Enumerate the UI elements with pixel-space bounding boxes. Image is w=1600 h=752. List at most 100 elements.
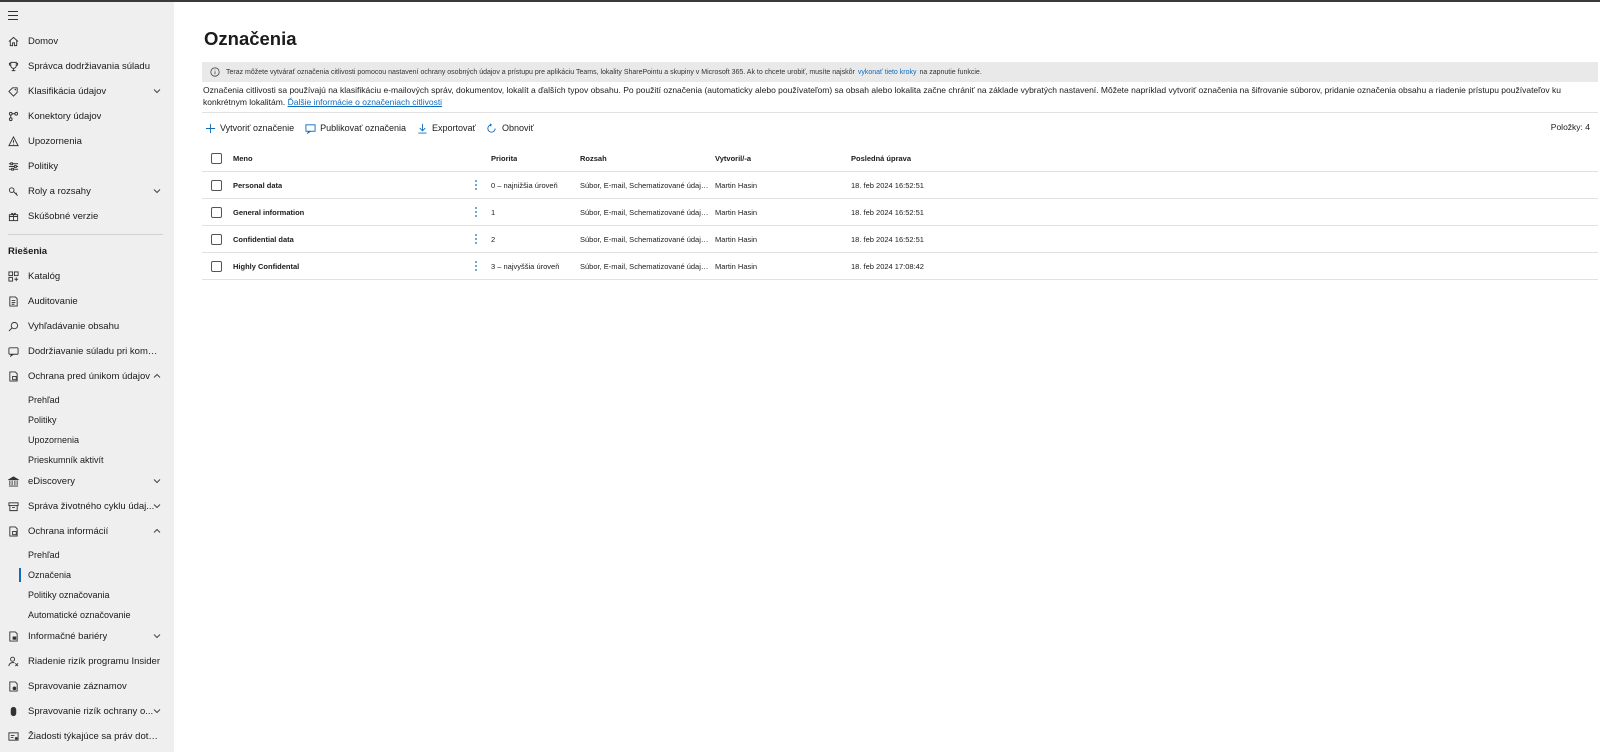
- publish-icon: [304, 122, 316, 134]
- left-navigation: Domov Správca dodržiavania súladu Klasif…: [0, 2, 174, 752]
- nav-sub-auto-labeling[interactable]: Automatické označovanie: [28, 606, 131, 624]
- chevron-down-icon[interactable]: [152, 86, 162, 96]
- label-modified: 18. feb 2024 16:52:51: [851, 234, 924, 244]
- table-header: Meno Priorita Rozsah Vytvoril/-a Posledn…: [202, 146, 1598, 172]
- nav-item-information-barriers[interactable]: Informačné bariéry: [0, 624, 174, 648]
- nav-sub-dlp-policies[interactable]: Politiky: [28, 411, 57, 429]
- nav-sub-labels[interactable]: Označenia: [18, 566, 71, 584]
- nav-item-records-management[interactable]: Spravovanie záznamov: [0, 674, 174, 698]
- nav-item-home[interactable]: Domov: [0, 29, 174, 53]
- banner-steps-link[interactable]: vykonať tieto kroky: [858, 69, 917, 76]
- nav-item-ediscovery[interactable]: eDiscovery: [0, 469, 174, 493]
- more-options-icon[interactable]: [472, 199, 480, 225]
- row-checkbox[interactable]: [211, 260, 222, 272]
- label-modified: 18. feb 2024 16:52:51: [851, 180, 924, 190]
- learn-more-link[interactable]: Ďalšie informácie o označeniach citlivos…: [288, 97, 443, 107]
- column-header-priority[interactable]: Priorita: [491, 146, 517, 171]
- refresh-button[interactable]: Obnoviť: [486, 122, 534, 134]
- column-header-created-by[interactable]: Vytvoril/-a: [715, 146, 751, 171]
- label-priority: 3 – najvyššia úroveň: [491, 261, 560, 271]
- page-title: Označenia: [204, 28, 297, 49]
- trophy-icon: [7, 60, 19, 72]
- label-priority: 1: [491, 207, 496, 217]
- more-options-icon[interactable]: [472, 253, 480, 279]
- publish-labels-button[interactable]: Publikovať označenia: [304, 122, 406, 134]
- nav-item-trials[interactable]: Skúšobné verzie: [0, 204, 174, 228]
- archive-icon: [7, 500, 19, 512]
- nav-item-data-lifecycle[interactable]: Správa životného cyklu údaj...: [0, 494, 174, 518]
- nav-item-communication-compliance[interactable]: Dodržiavanie súladu pri komunik...: [0, 339, 174, 363]
- chevron-down-icon[interactable]: [152, 476, 162, 486]
- gift-icon: [7, 210, 19, 222]
- label-scope: Súbor, E-mail, Schematizované údajov...: [580, 261, 711, 271]
- nav-item-alerts[interactable]: Upozornenia: [0, 129, 174, 153]
- nav-sub-label-policies[interactable]: Politiky označovania: [28, 586, 110, 604]
- chevron-up-icon[interactable]: [152, 526, 162, 536]
- table-row[interactable]: Highly Confidental 3 – najvyššia úroveň …: [202, 253, 1598, 280]
- label-created-by: Martin Hasin: [715, 180, 758, 190]
- nav-item-data-classification[interactable]: Klasifikácia údajov: [0, 79, 174, 103]
- export-button[interactable]: Exportovať: [416, 122, 476, 134]
- nav-item-audit[interactable]: Auditovanie: [0, 289, 174, 313]
- chevron-down-icon[interactable]: [152, 186, 162, 196]
- command-bar: Vytvoriť označenie Publikovať označenia …: [204, 119, 544, 137]
- label-name[interactable]: Personal data: [233, 172, 282, 198]
- warning-icon: [7, 135, 19, 147]
- column-header-scope[interactable]: Rozsah: [580, 146, 711, 171]
- barrier-icon: [7, 630, 19, 642]
- chevron-down-icon[interactable]: [152, 706, 162, 716]
- chevron-up-icon[interactable]: [152, 371, 162, 381]
- row-checkbox[interactable]: [211, 206, 222, 218]
- table-row[interactable]: Personal data 0 – najnižšia úroveň Súbor…: [202, 172, 1598, 199]
- nav-sub-dlp-overview[interactable]: Prehľad: [28, 391, 60, 409]
- label-created-by: Martin Hasin: [715, 207, 758, 217]
- main-content: Označenia Teraz môžete vytvárať označeni…: [174, 2, 1600, 752]
- more-options-icon[interactable]: [472, 172, 480, 198]
- label-scope: Súbor, E-mail, Schematizované údajov...: [580, 234, 711, 244]
- nav-item-information-protection[interactable]: Ochrana informácií: [0, 519, 174, 543]
- label-name[interactable]: General information: [233, 199, 304, 225]
- chevron-down-icon[interactable]: [152, 501, 162, 511]
- nav-item-privacy-risk[interactable]: Spravovanie rizík ochrany o...: [0, 699, 174, 723]
- nav-item-compliance-manager[interactable]: Správca dodržiavania súladu: [0, 54, 174, 78]
- nav-item-catalog[interactable]: Katalóg: [0, 264, 174, 288]
- sliders-icon: [7, 160, 19, 172]
- table-row[interactable]: General information 1 Súbor, E-mail, Sch…: [202, 199, 1598, 226]
- column-header-name[interactable]: Meno: [233, 146, 253, 171]
- row-checkbox[interactable]: [211, 233, 222, 245]
- label-scope: Súbor, E-mail, Schematizované údajov...: [580, 180, 711, 190]
- label-name[interactable]: Confidential data: [233, 226, 294, 252]
- page-description: Označenia citlivosti sa používajú na kla…: [203, 84, 1583, 108]
- nav-item-dlp[interactable]: Ochrana pred únikom údajov: [0, 364, 174, 388]
- info-icon: [210, 67, 220, 77]
- select-all-checkbox[interactable]: [211, 153, 222, 164]
- nav-item-insider-risk[interactable]: Riadenie rizík programu Insider: [0, 649, 174, 673]
- nav-item-data-connectors[interactable]: Konektory údajov: [0, 104, 174, 128]
- info-banner: Teraz môžete vytvárať označenia citlivos…: [202, 62, 1598, 82]
- column-header-modified[interactable]: Posledná úprava: [851, 146, 911, 171]
- item-count: Položky: 4: [1550, 122, 1590, 132]
- nav-item-roles-scopes[interactable]: Roly a rozsahy: [0, 179, 174, 203]
- nav-item-policies[interactable]: Politiky: [0, 154, 174, 178]
- lock-doc-icon: [7, 525, 19, 537]
- label-modified: 18. feb 2024 17:08:42: [851, 261, 924, 271]
- nav-sub-ip-overview[interactable]: Prehľad: [28, 546, 60, 564]
- row-checkbox[interactable]: [211, 179, 222, 191]
- hamburger-menu-icon[interactable]: [8, 11, 20, 23]
- nav-item-subject-rights-requests[interactable]: Žiadosti týkajúce sa práv dotknut...: [0, 724, 174, 748]
- chevron-down-icon[interactable]: [152, 631, 162, 641]
- refresh-icon: [486, 122, 498, 134]
- download-icon: [416, 122, 428, 134]
- label-created-by: Martin Hasin: [715, 234, 758, 244]
- nav-sub-activity-explorer[interactable]: Prieskumník aktivít: [28, 451, 104, 469]
- create-label-button[interactable]: Vytvoriť označenie: [204, 122, 294, 134]
- table-row[interactable]: Confidential data 2 Súbor, E-mail, Schem…: [202, 226, 1598, 253]
- building-icon: [7, 475, 19, 487]
- nav-item-content-search[interactable]: Vyhľadávanie obsahu: [0, 314, 174, 338]
- nav-sub-dlp-alerts[interactable]: Upozornenia: [28, 431, 79, 449]
- label-name[interactable]: Highly Confidental: [233, 253, 299, 279]
- key-icon: [7, 185, 19, 197]
- more-options-icon[interactable]: [472, 226, 480, 252]
- connector-icon: [7, 110, 19, 122]
- labels-table: Meno Priorita Rozsah Vytvoril/-a Posledn…: [202, 146, 1598, 280]
